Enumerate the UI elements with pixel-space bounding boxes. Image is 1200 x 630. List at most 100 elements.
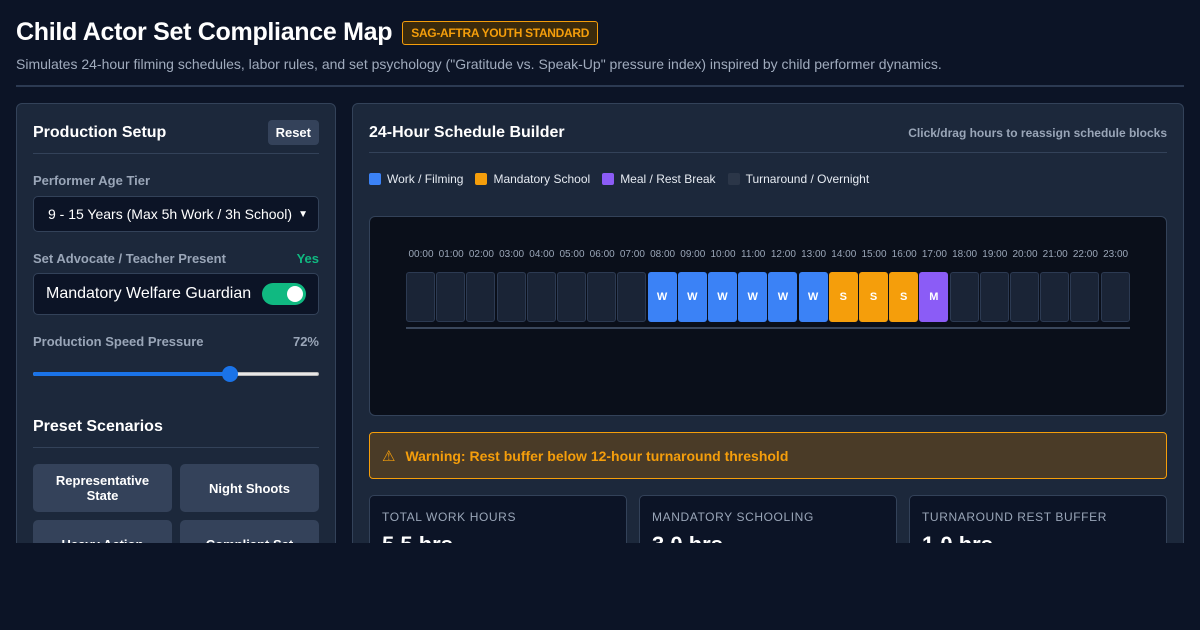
legend-label: Work / Filming [387,172,464,186]
hour-label: 23:00 [1103,249,1129,260]
pressure-value: 72% [292,334,319,349]
hour-cell[interactable] [466,272,496,322]
hour-label: 21:00 [1042,249,1068,260]
app-viewport: Child Actor Set Compliance Map SAG-AFTRA… [0,0,1200,543]
presets-title: Preset Scenarios [33,418,163,435]
age-tier-label: Performer Age Tier [33,173,151,188]
standard-badge: SAG-AFTRA YOUTH STANDARD [402,20,599,45]
warning-icon: ⚠ [382,447,396,465]
schedule-divider [369,152,1167,153]
hour-label: 02:00 [468,249,494,260]
toggle-knob [287,286,303,302]
hour-cell[interactable]: W [647,272,677,322]
hour-cell[interactable] [949,272,979,322]
preset-grid: Representative State Night Shoots Heavy … [33,464,319,543]
hour-label: 04:00 [529,249,555,260]
welfare-guardian-toggle[interactable] [262,283,306,305]
hour-label: 00:00 [408,249,434,260]
hour-cell[interactable]: W [677,272,707,322]
hour-cell[interactable] [1070,272,1100,322]
timeline-baseline [406,327,1130,329]
hour-label: 07:00 [619,249,645,260]
hour-cell[interactable] [406,272,435,322]
hour-cell[interactable] [1010,272,1039,322]
advocate-status: Yes [296,251,319,266]
hour-label: 15:00 [861,249,887,260]
age-tier-value: 9 - 15 Years (Max 5h Work / 3h School) [48,206,293,222]
hour-cell[interactable] [587,272,617,322]
hour-cell[interactable] [557,272,586,322]
legend-item: Meal / Rest Break [602,172,716,186]
hour-label: 14:00 [831,249,857,260]
hour-label: 03:00 [499,249,525,260]
page-title: Child Actor Set Compliance Map [16,18,393,46]
legend-item: Mandatory School [475,172,590,186]
setup-panel-header: Production Setup Reset [33,120,319,154]
hour-cell[interactable]: M [919,272,949,322]
hour-labels: 00:00 01:00 02:00 03:00 04:00 05:00 06:00 07:00… [406,249,1132,261]
hour-cell[interactable] [979,272,1009,322]
hour-label: 11:00 [741,249,766,260]
hour-cell[interactable] [617,272,647,322]
hour-label: 19:00 [982,249,1008,260]
header-divider [16,85,1184,87]
hour-label: 22:00 [1072,249,1098,260]
preset-night-shoots[interactable]: Night Shoots [180,464,319,512]
page-subtitle: Simulates 24-hour filming schedules, lab… [16,56,942,72]
schedule-hint: Click/drag hours to reassign schedule bl… [908,126,1167,140]
hour-label: 20:00 [1012,249,1038,260]
hour-cell[interactable]: S [859,272,888,322]
legend-swatch [475,173,488,185]
hour-cell[interactable] [436,272,466,322]
hour-cell[interactable]: W [708,272,737,322]
hour-cell[interactable]: W [768,272,798,322]
stat-label: TURNAROUND REST BUFFER [922,510,1107,524]
hour-cell[interactable]: S [828,272,858,322]
setup-panel-title: Production Setup [33,123,167,141]
legend-swatch [369,173,381,185]
welfare-guardian-label: Mandatory Welfare Guardian [46,285,252,302]
stat-label: TOTAL WORK HOURS [382,510,517,524]
slider-thumb[interactable] [222,366,239,382]
reset-button[interactable]: Reset [267,120,319,145]
hour-label: 17:00 [921,249,947,260]
schedule-title: 24-Hour Schedule Builder [369,124,565,141]
preset-compliant-set[interactable]: Compliant Set [180,520,319,543]
hour-label: 18:00 [952,249,978,260]
hour-cells: WWWWWWSSSM [406,272,1132,324]
preset-representative-state[interactable]: Representative State [33,464,172,512]
stat-total-work: TOTAL WORK HOURS 5.5 hrs [369,495,627,543]
hour-cell[interactable] [496,272,526,322]
legend-label: Meal / Rest Break [620,172,716,186]
schedule-legend: Work / Filming Mandatory School Meal / Res… [369,172,869,186]
hour-label: 09:00 [680,249,706,260]
stat-label: MANDATORY SCHOOLING [652,510,814,524]
chevron-down-icon: ▼ [298,208,308,220]
pressure-slider[interactable] [33,366,319,382]
hour-label: 12:00 [770,249,796,260]
schedule-timeline: 00:00 01:00 02:00 03:00 04:00 05:00 06:00 07:00… [369,216,1167,416]
legend-item: Turnaround / Overnight [727,172,869,186]
hour-cell[interactable] [526,272,556,322]
hour-cell[interactable] [1100,272,1130,322]
pressure-label: Production Speed Pressure [33,334,204,349]
legend-swatch [602,173,615,185]
slider-fill [33,372,231,376]
turnaround-warning: ⚠ Warning: Rest buffer below 12-hour tur… [369,432,1167,479]
production-setup-panel: Production Setup Reset Performer Age Tie… [16,103,336,543]
age-tier-select[interactable]: 9 - 15 Years (Max 5h Work / 3h School) ▼ [33,196,319,232]
page-header: Child Actor Set Compliance Map SAG-AFTRA… [16,18,1184,72]
preset-heavy-action[interactable]: Heavy Action [33,520,172,543]
hour-label: 01:00 [438,249,464,260]
hour-cell[interactable]: W [738,272,768,322]
hour-cell[interactable] [1040,272,1070,322]
hour-label: 13:00 [801,249,827,260]
hour-cell[interactable]: S [889,272,919,322]
hour-label: 10:00 [710,249,736,260]
stat-value: 3.0 hrs [652,532,884,543]
hour-cell[interactable]: W [798,272,828,322]
presets-header: Preset Scenarios [33,418,319,448]
stat-mandatory-schooling: MANDATORY SCHOOLING 3.0 hrs [639,495,897,543]
hour-label: 16:00 [891,249,917,260]
legend-swatch [727,173,740,185]
